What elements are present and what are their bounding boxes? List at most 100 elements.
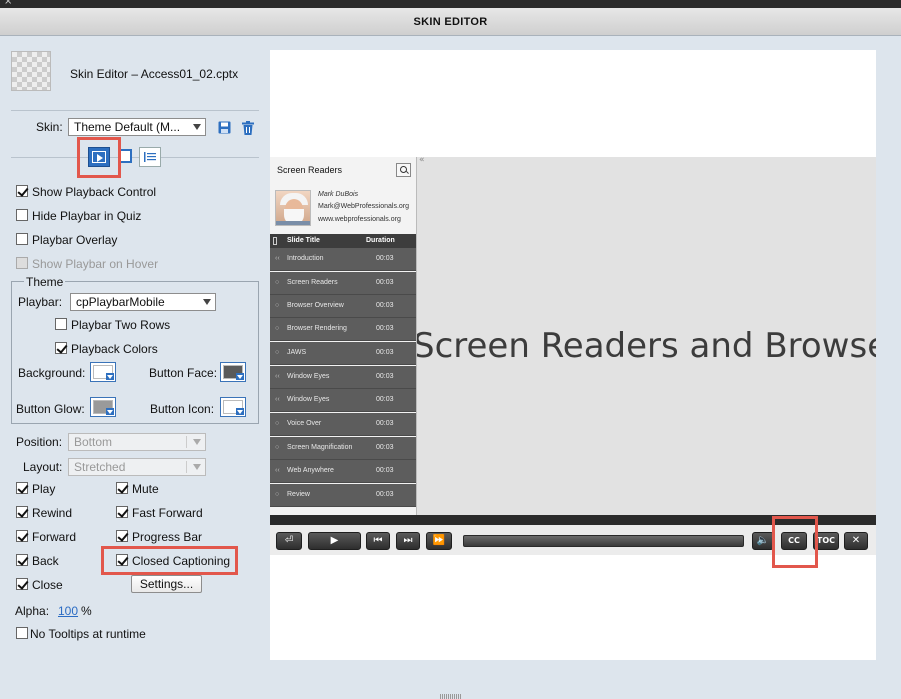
- position-select-value: Bottom: [74, 435, 113, 449]
- slide-content: Screen Readers and Browsers: [417, 157, 876, 515]
- toc-row[interactable]: ○ Browser Overview 00:03: [270, 295, 416, 318]
- toc-row[interactable]: ‹‹ Web Anywhere 00:03: [270, 460, 416, 483]
- playback-colors-label: Playback Colors: [71, 342, 158, 356]
- chevron-down-icon: [193, 124, 201, 130]
- position-label: Position:: [16, 435, 63, 449]
- background-label: Background:: [18, 366, 86, 380]
- mute-checkbox[interactable]: [116, 482, 128, 494]
- rewind-button[interactable]: ⏮: [366, 532, 390, 550]
- progress-bar-checkbox[interactable]: [116, 530, 128, 542]
- no-tooltips-label: No Tooltips at runtime: [30, 627, 146, 641]
- toc-header: Slide Title Duration: [270, 234, 416, 248]
- highlight-closed-captioning: [101, 546, 238, 575]
- theme-legend: Theme: [24, 275, 66, 289]
- chevron-down-icon: [106, 408, 114, 415]
- exit-button[interactable]: ⏎: [276, 532, 302, 550]
- forward-checkbox[interactable]: [16, 530, 28, 542]
- skin-select[interactable]: Theme Default (M...: [68, 118, 206, 136]
- toc-row[interactable]: ‹‹ Window Eyes 00:03: [270, 389, 416, 412]
- layout-label: Layout:: [23, 460, 63, 474]
- back-checkbox[interactable]: [16, 554, 28, 566]
- button-glow-color-picker[interactable]: [90, 397, 116, 417]
- layout-select: Stretched: [68, 458, 206, 476]
- rewind-label: Rewind: [32, 506, 73, 520]
- resize-grip[interactable]: [440, 694, 462, 699]
- toc-row[interactable]: ○ Screen Magnification 00:03: [270, 437, 416, 460]
- button-icon-label: Button Icon:: [150, 402, 215, 416]
- progress-bar-label: Progress Bar: [132, 530, 203, 544]
- toc-list-icon: [144, 152, 156, 162]
- playbar-two-rows-checkbox[interactable]: [55, 318, 67, 330]
- toc-row[interactable]: ○ JAWS 00:03: [270, 342, 416, 365]
- mute-label: Mute: [132, 482, 159, 496]
- button-icon-color-picker[interactable]: [220, 397, 246, 417]
- play-label: Play: [32, 482, 56, 496]
- toc-row[interactable]: ○ Screen Readers 00:03: [270, 272, 416, 295]
- play-checkbox[interactable]: [16, 482, 28, 494]
- search-icon[interactable]: [396, 163, 411, 177]
- button-face-color-picker[interactable]: [220, 362, 246, 382]
- background-color-picker[interactable]: [90, 362, 116, 382]
- toc-header-duration: Duration: [366, 237, 395, 244]
- toc-collapse-icon[interactable]: «: [419, 155, 425, 165]
- skin-thumbnail: [11, 51, 51, 91]
- back-label: Back: [32, 554, 59, 568]
- toc-header-title: Slide Title: [287, 237, 320, 244]
- close-button[interactable]: ✕: [844, 532, 868, 550]
- trash-icon[interactable]: [242, 121, 254, 135]
- close-checkbox[interactable]: [16, 578, 28, 590]
- save-icon[interactable]: [218, 121, 231, 134]
- progress-bar[interactable]: [463, 535, 744, 547]
- layout-select-value: Stretched: [74, 460, 126, 474]
- mute-button[interactable]: 🔈: [752, 532, 774, 550]
- toc-header-icon: [273, 237, 277, 245]
- rewind-checkbox[interactable]: [16, 506, 28, 518]
- window-close-icon[interactable]: ×: [4, 0, 12, 7]
- playback-colors-checkbox[interactable]: [55, 342, 67, 354]
- file-name: Skin Editor – Access01_02.cptx: [70, 67, 239, 81]
- fast-forward-checkbox[interactable]: [116, 506, 128, 518]
- toc-row[interactable]: ‹‹ Window Eyes 00:03: [270, 366, 416, 389]
- toc-title: Screen Readers: [277, 165, 343, 175]
- author-email: Mark@WebProfessionals.org: [318, 203, 410, 210]
- show-playbar-on-hover-label: Show Playbar on Hover: [32, 257, 159, 271]
- skin-label: Skin:: [36, 120, 63, 134]
- fast-forward-button[interactable]: ⏩: [426, 532, 452, 550]
- button-glow-label: Button Glow:: [16, 402, 85, 416]
- tab-table-of-contents[interactable]: [139, 147, 161, 167]
- chevron-down-icon: [193, 439, 201, 445]
- alpha-unit: %: [81, 604, 92, 618]
- show-playbar-on-hover-checkbox: [16, 257, 28, 269]
- playbar-overlay-checkbox[interactable]: [16, 233, 28, 245]
- forward-button[interactable]: ⏭: [396, 532, 420, 550]
- playbar-select[interactable]: cpPlaybarMobile: [70, 293, 216, 311]
- settings-button[interactable]: Settings...: [131, 575, 202, 593]
- position-select: Bottom: [68, 433, 206, 451]
- hide-playbar-in-quiz-label: Hide Playbar in Quiz: [32, 209, 142, 223]
- hide-playbar-in-quiz-checkbox[interactable]: [16, 209, 28, 221]
- toc-row[interactable]: ○ Review 00:03: [270, 484, 416, 507]
- highlight-playback-tab: [77, 137, 121, 178]
- playbar-label: Playbar:: [18, 295, 63, 309]
- alpha-value[interactable]: 100: [58, 604, 78, 618]
- author-name: Mark DuBois: [318, 191, 359, 198]
- chevron-down-icon: [106, 373, 114, 380]
- show-playback-control-checkbox[interactable]: [16, 185, 28, 197]
- author-avatar: [275, 190, 311, 226]
- playbar-overlay-label: Playbar Overlay: [32, 233, 118, 247]
- author-site: www.webprofessionals.org: [318, 216, 401, 223]
- toc-row[interactable]: ‹‹ Introduction 00:03: [270, 248, 416, 271]
- playbar-two-rows-label: Playbar Two Rows: [71, 318, 171, 332]
- play-button[interactable]: ▶: [308, 532, 361, 550]
- chevron-down-icon: [193, 464, 201, 470]
- forward-label: Forward: [32, 530, 77, 544]
- toc-row[interactable]: ○ Browser Rendering 00:03: [270, 318, 416, 341]
- no-tooltips-checkbox[interactable]: [16, 627, 28, 639]
- playbar-select-value: cpPlaybarMobile: [76, 295, 165, 309]
- highlight-cc-button: [772, 516, 818, 568]
- close-label: Close: [32, 578, 63, 592]
- chevron-down-icon: [236, 408, 244, 415]
- slide-title-text: Screen Readers and Browsers: [417, 326, 876, 366]
- window-titlebar: ×: [0, 0, 901, 8]
- toc-row[interactable]: ○ Voice Over 00:03: [270, 413, 416, 436]
